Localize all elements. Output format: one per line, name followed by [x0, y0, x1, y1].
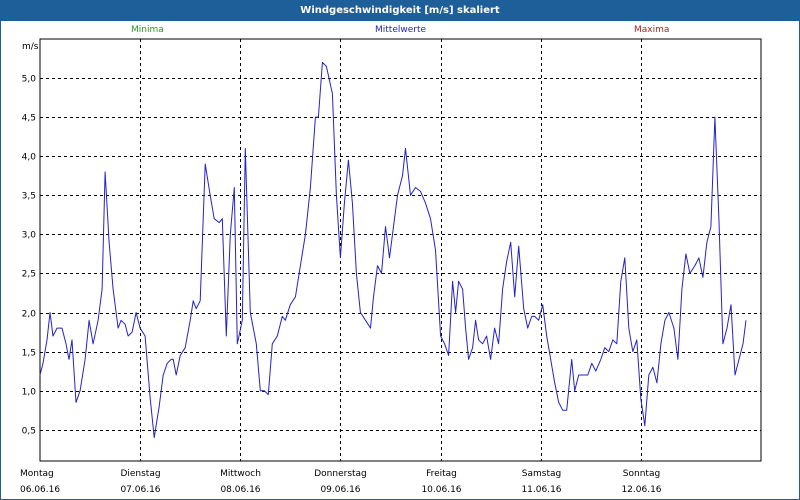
x-tick-day-label: Freitag	[426, 469, 457, 479]
x-axis-ticks: Montag 06.06.16 Dienstag 07.06.16 Mittwoch 08…	[20, 469, 662, 495]
grid-layer	[40, 39, 761, 461]
x-tick-date-label: 09.06.16	[320, 485, 360, 495]
wind-speed-line-chart: 0,5 1,0 1,5 2,0 2,5 3,0 3,5 4,0 4,5 5,0 Montag 06.…	[20, 38, 762, 495]
x-tick-date-label: 07.06.16	[120, 485, 160, 495]
y-tick-label: 4,5	[22, 114, 36, 124]
x-tick-date-label: 06.06.16	[20, 485, 60, 495]
series-line-mittelwerte	[39, 61, 747, 439]
x-tick-day-label: Dienstag	[120, 469, 160, 479]
x-tick-day-label: Montag	[20, 469, 54, 479]
series-layer	[39, 61, 747, 439]
x-tick-day-label: Mittwoch	[220, 469, 261, 479]
plot-area-border	[39, 38, 762, 462]
x-tick-day-label: Samstag	[522, 469, 561, 479]
x-tick-date-label: 11.06.16	[521, 485, 561, 495]
x-tick-date-label: 08.06.16	[220, 485, 260, 495]
y-tick-label: 3,5	[22, 192, 36, 202]
y-tick-label: 1,5	[22, 349, 36, 359]
y-tick-label: 2,5	[22, 270, 36, 280]
y-axis-label: m/s	[22, 42, 39, 52]
x-tick-day-label: Sonntag	[623, 469, 660, 479]
x-tick-day-label: Donnerstag	[314, 469, 367, 479]
y-tick-label: 3,0	[22, 231, 37, 241]
x-tick-date-label: 10.06.16	[421, 485, 461, 495]
y-tick-label: 5,0	[22, 75, 37, 85]
y-axis-ticks: 0,5 1,0 1,5 2,0 2,5 3,0 3,5 4,0 4,5 5,0	[22, 75, 37, 437]
x-tick-date-label: 12.06.16	[621, 485, 661, 495]
y-tick-label: 0,5	[22, 427, 36, 437]
y-tick-label: 2,0	[22, 310, 37, 320]
y-tick-label: 1,0	[22, 388, 37, 398]
y-tick-label: 4,0	[22, 153, 37, 163]
